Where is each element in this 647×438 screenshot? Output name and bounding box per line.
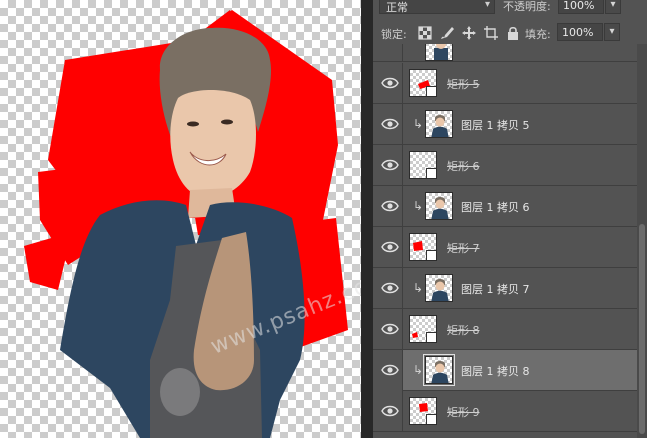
- canvas-panel-divider: [361, 0, 373, 438]
- vector-mask-badge-icon: [426, 86, 436, 96]
- layer-row-copy-7[interactable]: ↳ 图层 1 拷贝 7: [373, 268, 637, 309]
- layer-name: 矩形 9: [447, 406, 480, 419]
- portrait-thumbnail-icon: [431, 197, 449, 219]
- layer-row-rect-7[interactable]: 矩形 7: [373, 227, 637, 268]
- right-eye-shape: [221, 119, 233, 125]
- layer-thumbnail: [425, 274, 453, 302]
- portrait-thumbnail-icon: [431, 361, 449, 383]
- document-canvas[interactable]: www.psahz.com: [0, 0, 361, 438]
- layer-name: 矩形 5: [447, 78, 480, 91]
- vector-mask-badge-icon: [426, 250, 436, 260]
- eye-icon[interactable]: [381, 199, 399, 213]
- lock-fill-row: 锁定: 填充: 100% ▾: [373, 22, 647, 44]
- layer-thumbnail: [423, 354, 455, 386]
- portrait-thumbnail-icon: [431, 115, 449, 137]
- layer-row-rect-6[interactable]: 矩形 6: [373, 145, 637, 186]
- fill-input[interactable]: 100%: [557, 23, 603, 41]
- lock-label: 锁定:: [381, 28, 407, 41]
- eye-icon[interactable]: [381, 117, 399, 131]
- layer-row-rect-8[interactable]: 矩形 8: [373, 309, 637, 350]
- vector-mask-badge-icon: [426, 168, 436, 178]
- portrait-thumbnail-icon: [431, 279, 449, 301]
- opacity-dropdown-button[interactable]: ▾: [605, 0, 621, 14]
- clipping-mask-arrow-icon: ↳: [413, 199, 424, 213]
- layer-row-copy-5[interactable]: ↳ 图层 1 拷贝 5: [373, 104, 637, 145]
- vector-mask-badge-icon: [426, 414, 436, 424]
- lock-transparent-pixels-icon[interactable]: [417, 25, 433, 41]
- clipping-mask-arrow-icon: ↳: [413, 117, 424, 131]
- layer-thumbnail: [425, 44, 453, 61]
- layer-name: 图层 1 拷贝 6: [461, 201, 530, 214]
- layer-thumbnail: [409, 151, 437, 179]
- scrollbar-thumb[interactable]: [639, 224, 645, 434]
- eye-icon[interactable]: [381, 76, 399, 90]
- vector-mask-badge-icon: [426, 332, 436, 342]
- layers-panel: 正常 ▾ 不透明度: 100% ▾ 锁定: 填充: 100% ▾ 矩形 5 ↳ …: [373, 0, 647, 438]
- eye-icon[interactable]: [381, 281, 399, 295]
- portrait-thumbnail-icon: [434, 44, 448, 60]
- layer-name: 图层 1 拷贝 5: [461, 119, 530, 132]
- lock-image-pixels-icon[interactable]: [439, 25, 455, 41]
- opacity-label: 不透明度:: [503, 0, 551, 13]
- clipping-mask-arrow-icon: ↳: [413, 281, 424, 295]
- layer-row-partial[interactable]: [373, 44, 637, 62]
- layer-row-copy-6[interactable]: ↳ 图层 1 拷贝 6: [373, 186, 637, 227]
- chevron-down-icon: ▾: [484, 0, 490, 10]
- fill-dropdown-button[interactable]: ▾: [604, 23, 620, 41]
- layer-name: 矩形 6: [447, 160, 480, 173]
- blend-mode-dropdown[interactable]: 正常 ▾: [379, 0, 495, 14]
- fill-label: 填充:: [525, 28, 551, 41]
- layer-row-rect-5[interactable]: 矩形 5: [373, 63, 637, 104]
- layer-row-rect-9[interactable]: 矩形 9: [373, 391, 637, 432]
- layer-list: 矩形 5 ↳ 图层 1 拷贝 5 矩形 6 ↳ 图层 1 拷贝 6 矩形 7 ↳…: [373, 44, 637, 438]
- blend-mode-value: 正常: [386, 1, 408, 14]
- layer-thumbnail: [409, 315, 437, 343]
- canvas-artwork: [24, 10, 348, 438]
- lock-artboard-icon[interactable]: [483, 25, 499, 41]
- clipping-mask-arrow-icon: ↳: [413, 363, 424, 377]
- left-eye-shape: [187, 121, 199, 127]
- layer-name: 矩形 7: [447, 242, 480, 255]
- red-rectangle-shape: [24, 232, 72, 290]
- layer-row-copy-8[interactable]: ↳ 图层 1 拷贝 8: [373, 350, 637, 391]
- layer-thumbnail: [409, 397, 437, 425]
- visibility-cell: [373, 44, 403, 62]
- eye-icon[interactable]: [381, 363, 399, 377]
- layer-name: 图层 1 拷贝 7: [461, 283, 530, 296]
- eye-icon[interactable]: [381, 404, 399, 418]
- eye-icon[interactable]: [381, 322, 399, 336]
- layer-thumbnail: [409, 233, 437, 261]
- shirt-print-shape: [160, 368, 200, 416]
- lock-all-icon[interactable]: [505, 25, 521, 41]
- blend-opacity-row: 正常 ▾ 不透明度: 100% ▾: [373, 0, 647, 16]
- lock-position-icon[interactable]: [461, 25, 477, 41]
- opacity-input[interactable]: 100%: [558, 0, 604, 14]
- layer-name: 矩形 8: [447, 324, 480, 337]
- layer-thumbnail: [425, 110, 453, 138]
- chevron-down-icon: ▾: [609, 26, 615, 37]
- layer-thumbnail: [425, 192, 453, 220]
- eye-icon[interactable]: [381, 240, 399, 254]
- layer-name: 图层 1 拷贝 8: [461, 365, 530, 378]
- eye-icon[interactable]: [381, 158, 399, 172]
- layer-thumbnail: [409, 69, 437, 97]
- layers-scrollbar[interactable]: [637, 44, 647, 438]
- chevron-down-icon: ▾: [610, 0, 616, 10]
